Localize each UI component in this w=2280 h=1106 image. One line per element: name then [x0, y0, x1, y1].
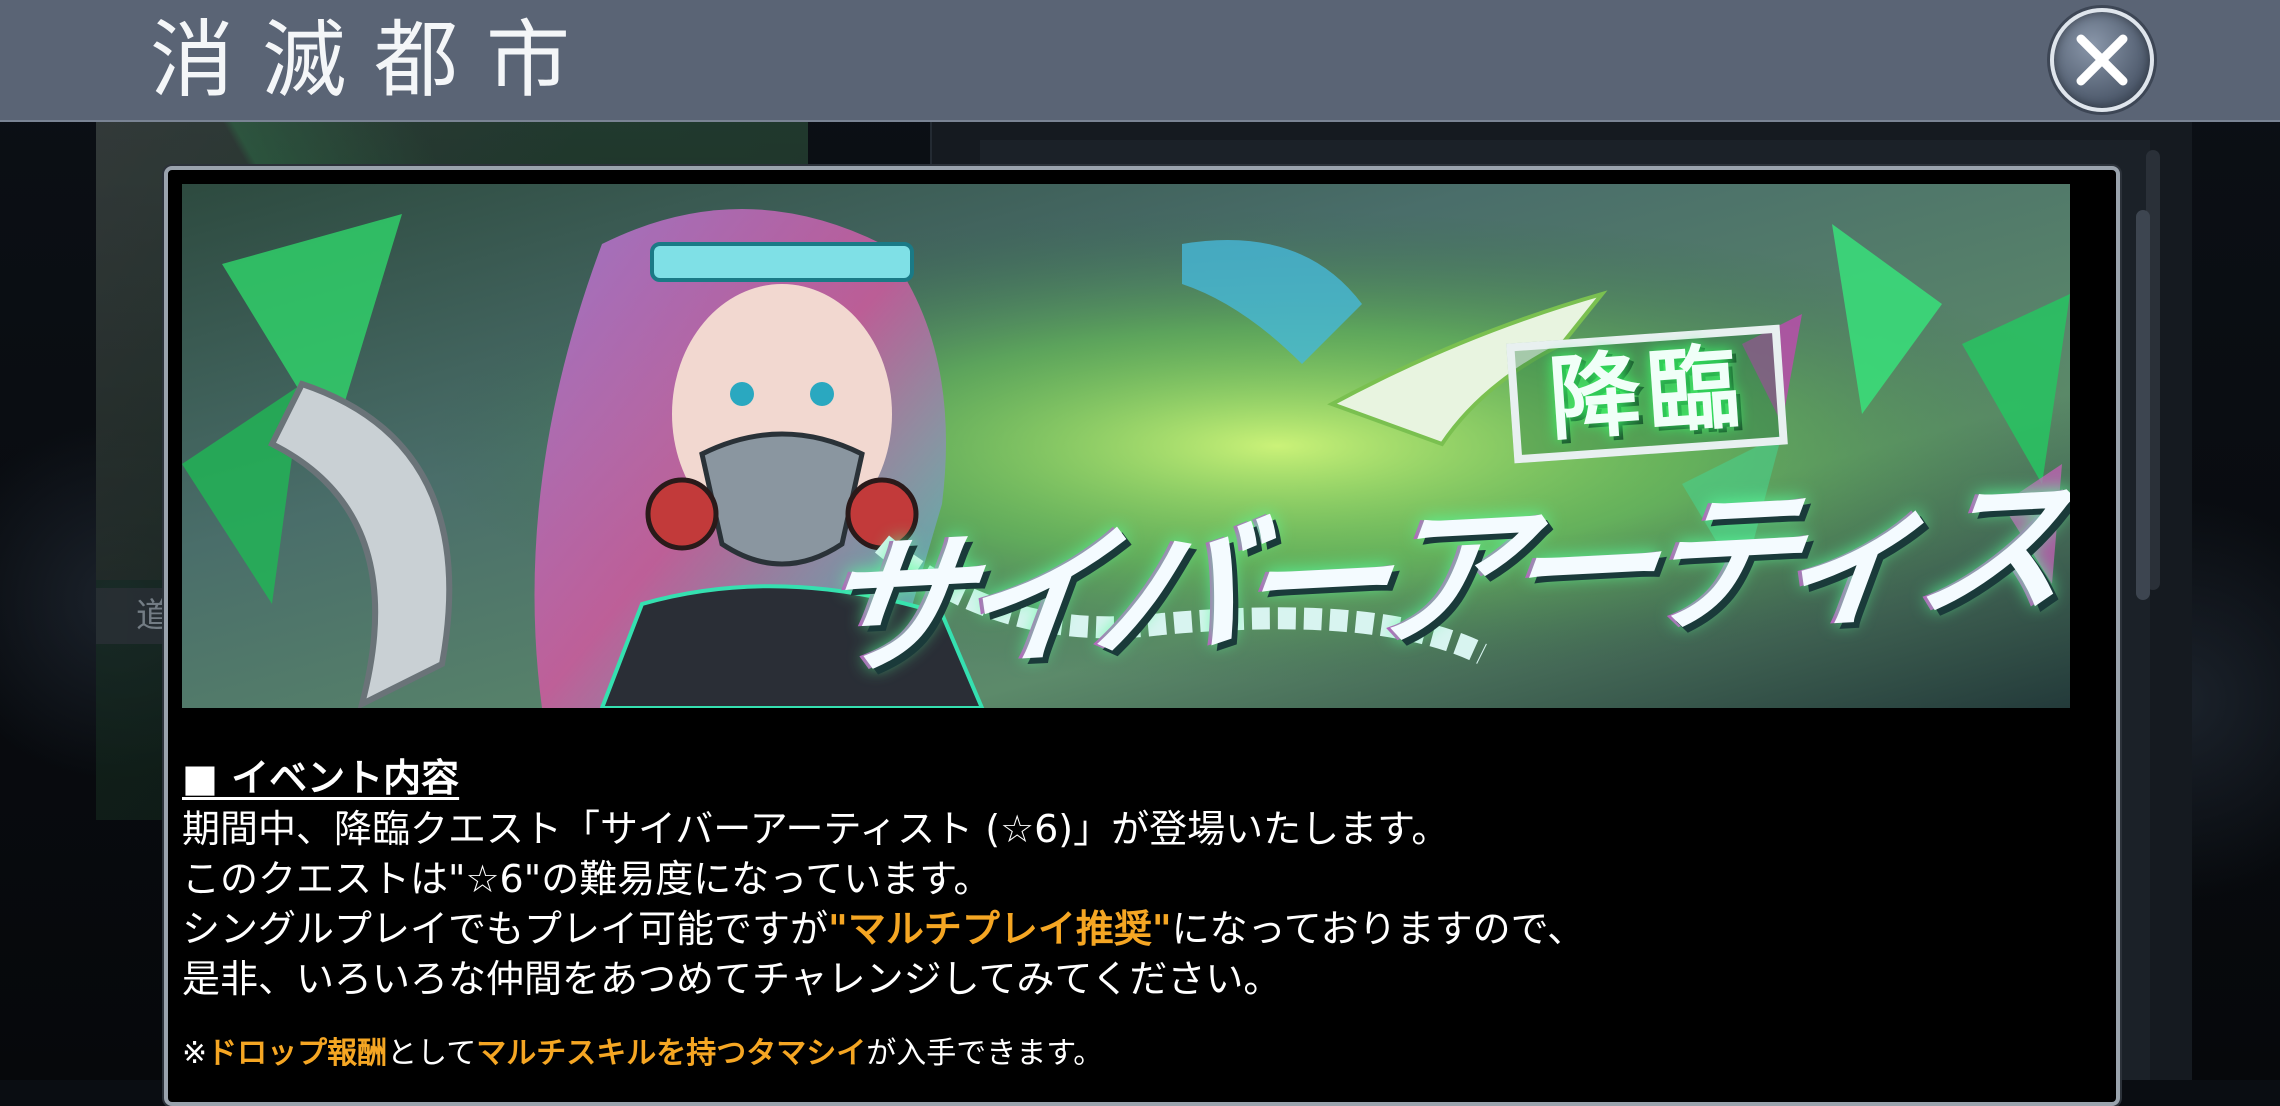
banner-badge-text: 降臨 [1506, 324, 1788, 464]
background-scrollbar-thumb [2136, 210, 2150, 600]
header-bar: 消滅都市 [0, 0, 2280, 122]
line3-suffix: になっておりますので、 [1171, 907, 1586, 951]
line3-prefix: シングルプレイでもプレイ可能ですが [182, 907, 829, 951]
drop-reward-note: ※ドロップ報酬としてマルチスキルを持つタマシイが入手できます。 [182, 1034, 2082, 1074]
close-icon [2076, 34, 2128, 86]
event-banner-image: 降臨 サイバーアーティスト [182, 184, 2070, 708]
event-description-line-1: 期間中、降臨クエスト「サイバーアーティスト (☆6)」が登場いたします。 [182, 807, 1450, 851]
close-button[interactable] [2050, 8, 2154, 112]
event-detail-modal: 降臨 サイバーアーティスト ■ イベント内容 期間中、降臨クエスト「サイバーアー… [164, 166, 2120, 1106]
event-description-line-4: 是非、いろいろな仲間をあつめてチャレンジしてみてください。 [182, 957, 1282, 1001]
event-description-line-2: このクエストは"☆6"の難易度になっています。 [182, 857, 992, 901]
event-description-line-3: シングルプレイでもプレイ可能ですが"マルチプレイ推奨"になっておりますので、 [182, 904, 2082, 954]
note-suffix: が入手できます。 [866, 1036, 1104, 1071]
note-mid: として [387, 1036, 477, 1071]
event-content-heading: ■ イベント内容 [182, 756, 460, 800]
event-description: ■ イベント内容 期間中、降臨クエスト「サイバーアーティスト (☆6)」が登場い… [182, 752, 2082, 1104]
drop-reward-highlight: ドロップ報酬 [207, 1036, 388, 1071]
multi-skill-tamashii-highlight: マルチスキルを持つタマシイ [476, 1036, 867, 1071]
multiplay-recommended-highlight: "マルチプレイ推奨" [828, 907, 1172, 951]
note-prefix: ※ [182, 1036, 208, 1071]
page-title: 消滅都市 [150, 11, 599, 109]
